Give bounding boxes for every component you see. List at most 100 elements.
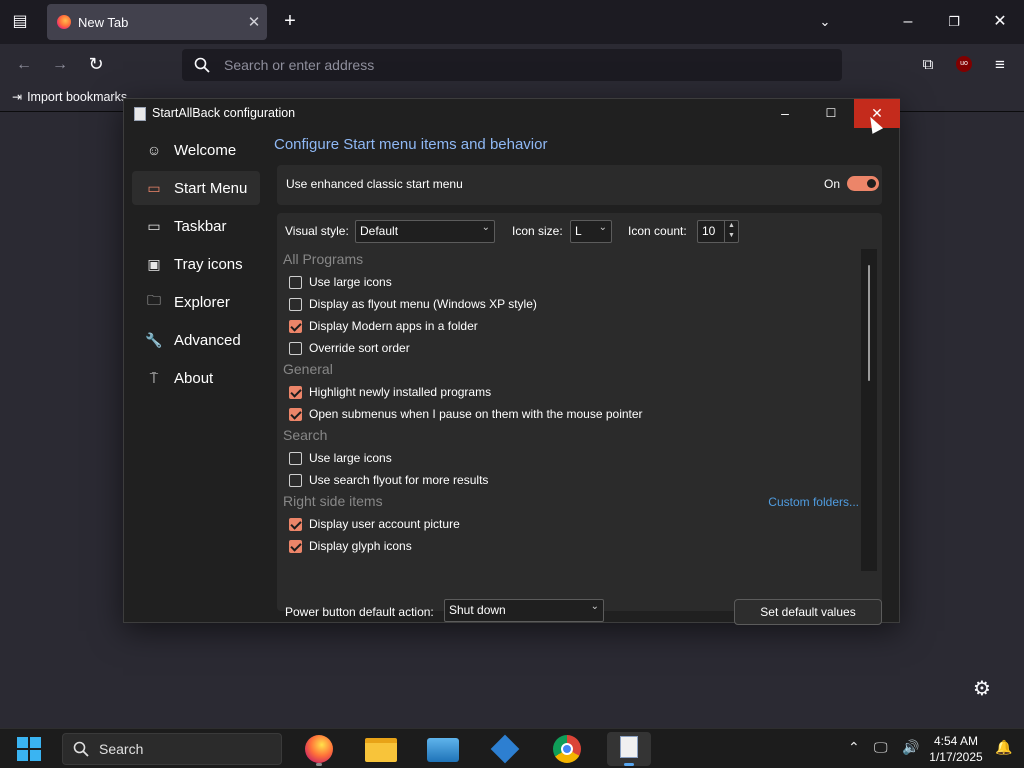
minimize-icon[interactable]: –	[898, 12, 918, 32]
section-search: Search	[283, 427, 328, 443]
set-default-values-button[interactable]: Set default values	[734, 599, 882, 625]
reload-icon[interactable]: ↻	[86, 54, 106, 74]
startallback-dialog: StartAllBack configuration – ☐ ✕ ☺ Welco…	[123, 98, 900, 625]
back-icon[interactable]: ←	[14, 55, 34, 75]
section-right-side-label: Right side items	[283, 493, 383, 509]
sidebar-item-advanced[interactable]: 🔧 Advanced	[132, 323, 260, 357]
visual-style-label: Visual style:	[285, 224, 349, 238]
checkbox-box[interactable]	[289, 297, 302, 311]
tray-icon: ▣	[147, 255, 161, 272]
sidebar-item-start-menu[interactable]: ▭ Start Menu	[132, 171, 260, 205]
tab-new-tab[interactable]: New Tab ✕	[47, 4, 267, 40]
taskbar-chrome[interactable]	[545, 732, 589, 766]
visual-style-select[interactable]: Default ⌄	[355, 220, 495, 243]
taskbar-icon: ▭	[147, 217, 161, 234]
browser-tab-bar: ▤ New Tab ✕ + ⌄ – ❐ ✕	[0, 0, 1024, 44]
notification-bell-icon[interactable]: 🔔	[995, 739, 1012, 756]
dialog-maximize-button[interactable]: ☐	[808, 99, 854, 128]
dialog-titlebar[interactable]: StartAllBack configuration – ☐ ✕	[124, 99, 900, 129]
taskbar-file-explorer[interactable]	[359, 732, 403, 766]
checkbox-box[interactable]	[289, 275, 302, 289]
dialog-title: StartAllBack configuration	[152, 106, 296, 120]
checkbox-box[interactable]	[289, 539, 302, 553]
checkbox-ap-large-icons[interactable]: Use large icons	[283, 271, 861, 293]
extensions-icon[interactable]: ⧉	[918, 55, 938, 75]
wrench-icon: 🔧	[145, 331, 163, 348]
checkbox-box[interactable]	[289, 451, 302, 465]
volume-icon[interactable]: 🔊	[902, 739, 919, 756]
checkbox-ap-flyout[interactable]: Display as flyout menu (Windows XP style…	[283, 293, 861, 315]
options-scrollbar[interactable]	[861, 249, 877, 571]
enhanced-menu-label: Use enhanced classic start menu	[286, 177, 463, 191]
taskbar-photos[interactable]	[421, 732, 465, 766]
icon-size-label: Icon size:	[512, 224, 563, 238]
windows-logo-icon	[17, 737, 28, 748]
start-button[interactable]	[17, 737, 41, 761]
chevron-down-icon[interactable]: ⌄	[815, 12, 835, 32]
checkbox-box[interactable]	[289, 517, 302, 531]
checkbox-label: Use search flyout for more results	[309, 473, 489, 487]
checkbox-box[interactable]	[289, 473, 302, 487]
section-all-programs: All Programs	[283, 251, 364, 267]
ublock-icon[interactable]: uo	[956, 56, 972, 72]
checkbox-ap-modern-apps[interactable]: Display Modern apps in a folder	[283, 315, 861, 337]
spin-arrows-icon[interactable]: ▲ ▼	[724, 221, 738, 242]
checkbox-label: Use large icons	[309, 451, 392, 465]
sidebar-item-tray-icons[interactable]: ▣ Tray icons	[132, 247, 260, 281]
checkbox-label: Display as flyout menu (Windows XP style…	[309, 297, 537, 311]
network-icon[interactable]: 🖵	[874, 739, 888, 756]
icon-count-stepper[interactable]: 10 ▲ ▼	[697, 220, 739, 243]
restore-icon[interactable]: ❐	[944, 12, 964, 32]
sidebar-item-label: Taskbar	[174, 217, 227, 235]
taskbar-firefox[interactable]	[297, 732, 341, 766]
menu-icon[interactable]: ≡	[990, 55, 1010, 75]
tab-title: New Tab	[78, 14, 129, 30]
new-tab-icon[interactable]: +	[279, 11, 301, 31]
tab-close-icon[interactable]: ✕	[241, 13, 267, 31]
url-placeholder: Search or enter address	[224, 57, 375, 73]
checkbox-box[interactable]	[289, 319, 302, 333]
taskbar-search-box[interactable]: Search	[62, 733, 282, 765]
dialog-minimize-button[interactable]: –	[762, 99, 808, 128]
checkbox-open-submenus[interactable]: Open submenus when I pause on them with …	[283, 403, 861, 425]
app-icon	[134, 107, 146, 121]
checkbox-search-flyout[interactable]: Use search flyout for more results	[283, 469, 861, 491]
forward-icon[interactable]: →	[50, 55, 70, 75]
start-menu-icon: ▭	[147, 179, 161, 196]
taskbar-store[interactable]	[483, 732, 527, 766]
import-bookmarks-label: Import bookmarks...	[27, 90, 138, 104]
checkbox-box[interactable]	[289, 341, 302, 355]
power-button-select[interactable]: Shut down ⌄	[444, 599, 604, 622]
sidebar-item-label: Start Menu	[174, 179, 248, 197]
sidebar-item-label: Advanced	[174, 331, 241, 349]
running-indicator	[316, 763, 322, 766]
checkbox-account-picture[interactable]: Display user account picture	[283, 513, 861, 535]
gear-icon[interactable]: ⚙	[973, 676, 991, 701]
checkbox-glyph-icons[interactable]: Display glyph icons	[283, 535, 861, 557]
checkbox-highlight-new[interactable]: Highlight newly installed programs	[283, 381, 861, 403]
url-bar[interactable]: Search or enter address	[182, 49, 842, 81]
checkbox-label: Display glyph icons	[309, 539, 412, 553]
checkbox-box[interactable]	[289, 407, 302, 421]
scrollbar-thumb[interactable]	[868, 265, 870, 381]
folder-icon	[365, 738, 397, 762]
import-bookmarks-link[interactable]: ⇥ Import bookmarks...	[12, 90, 138, 104]
sidebar-item-welcome[interactable]: ☺ Welcome	[132, 133, 260, 167]
tab-list-icon[interactable]: ▤	[10, 12, 30, 32]
checkbox-search-large-icons[interactable]: Use large icons	[283, 447, 861, 469]
taskbar-startallback[interactable]	[607, 732, 651, 766]
checkbox-ap-sort-order[interactable]: Override sort order	[283, 337, 861, 359]
close-window-icon[interactable]: ✕	[990, 12, 1010, 32]
custom-folders-link[interactable]: Custom folders...	[768, 495, 859, 509]
enhanced-menu-toggle[interactable]	[847, 176, 879, 191]
sidebar-item-about[interactable]: ⍑ About	[132, 361, 260, 395]
taskbar-clock[interactable]: 4:54 AM 1/17/2025	[924, 733, 988, 765]
section-general: General	[283, 361, 333, 377]
checkbox-box[interactable]	[289, 385, 302, 399]
chevron-up-icon[interactable]: ⌃	[848, 739, 860, 756]
windows-taskbar: Search ⌃ 🖵 🔊 4:54 AM 1/17/2025 🔔	[0, 728, 1024, 768]
sidebar-item-explorer[interactable]: 🗀 Explorer	[132, 285, 260, 319]
power-button-label: Power button default action:	[285, 605, 434, 619]
icon-size-select[interactable]: L ⌄	[570, 220, 612, 243]
sidebar-item-taskbar[interactable]: ▭ Taskbar	[132, 209, 260, 243]
